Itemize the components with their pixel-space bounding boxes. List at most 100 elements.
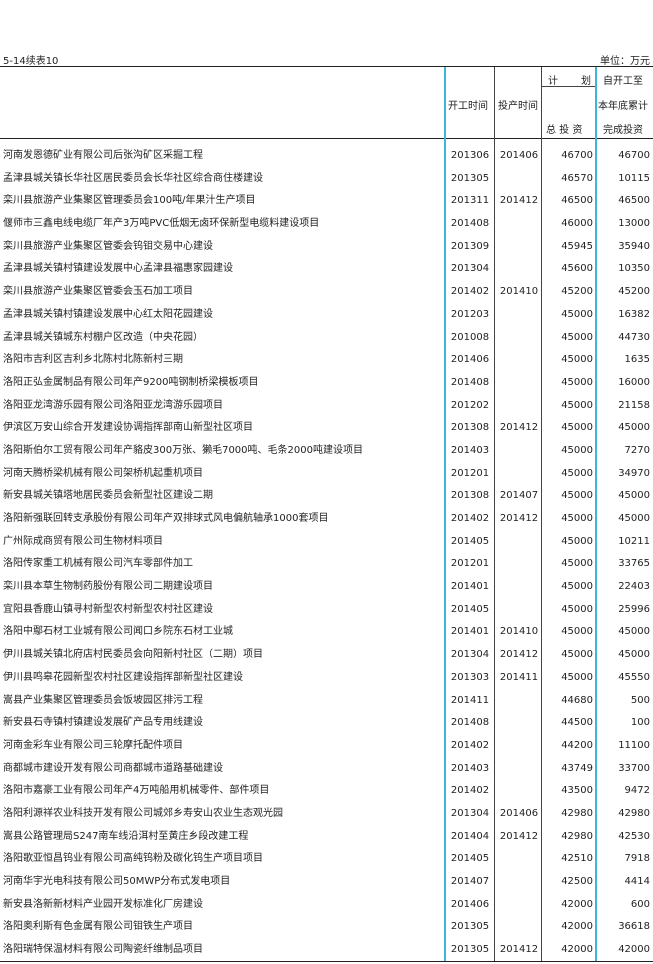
completed-investment-cell: 11100	[618, 739, 650, 751]
planned-total-cell: 45000	[561, 535, 593, 547]
completed-investment-cell: 45000	[618, 649, 650, 661]
start-time-cell: 201308	[450, 422, 490, 434]
table-row: 洛阳奥利斯有色金属有限公司钼铁生产项目 201305 42000 36618	[0, 916, 653, 939]
header-done-line3: 完成投资	[603, 125, 643, 136]
start-time-cell: 201405	[450, 603, 490, 615]
project-name-cell: 洛阳斯伯尔工贸有限公司年产貉皮300万张、獭毛7000吨、毛条2000吨建设项目	[3, 444, 363, 456]
production-time-cell: 201412	[499, 830, 539, 842]
table-row: 偃师市三鑫电线电缆厂年产3万吨PVC低烟无卤环保新型电缆料建设项目 201408 4…	[0, 213, 653, 236]
planned-total-cell: 42000	[561, 944, 593, 956]
completed-investment-cell: 34970	[618, 467, 650, 479]
project-name-cell: 伊滨区万安山综合开发建设协调指挥部南山新型社区项目	[3, 422, 253, 434]
project-name-cell: 河南金彩车业有限公司三轮摩托配件项目	[3, 739, 183, 751]
completed-investment-cell: 42980	[618, 807, 650, 819]
table-row: 洛阳亚龙湾游乐园有限公司洛阳亚龙湾游乐园项目 201202 45000 21158	[0, 395, 653, 418]
table-row: 洛阳斯伯尔工贸有限公司年产貉皮300万张、獭毛7000吨、毛条2000吨建设项目…	[0, 440, 653, 463]
table-row: 孟津县城关镇城东村棚户区改造（中央花园） 201008 45000 44730	[0, 327, 653, 350]
table-row: 洛阳新强联回转支承股份有限公司年产双排球式风电偏航轴承1000套项目 201402…	[0, 508, 653, 531]
start-time-cell: 201402	[450, 286, 490, 298]
completed-investment-cell: 7918	[624, 853, 650, 865]
completed-investment-cell: 42000	[618, 944, 650, 956]
start-time-cell: 201401	[450, 581, 490, 593]
header-plan-top-left: 计	[548, 76, 558, 87]
completed-investment-cell: 36618	[618, 921, 650, 933]
project-name-cell: 洛阳中鄢石材工业城有限公司闻口乡院东石材工业城	[3, 626, 233, 638]
start-time-cell: 201305	[450, 921, 490, 933]
completed-investment-cell: 44730	[618, 331, 650, 343]
completed-investment-cell: 45550	[618, 671, 650, 683]
table-body: 河南发恩德矿业有限公司后张沟矿区采掘工程 201306 201406 46700 467…	[0, 145, 653, 962]
project-name-cell: 偃师市三鑫电线电缆厂年产3万吨PVC低烟无卤环保新型电缆料建设项目	[3, 218, 320, 230]
start-time-cell: 201403	[450, 444, 490, 456]
start-time-cell: 201306	[450, 150, 490, 161]
project-name-cell: 伊川县鸣皋花园新型农村社区建设指挥部新型社区建设	[3, 671, 243, 683]
project-name-cell: 洛阳市嘉豪工业有限公司年产4万吨船用机械零件、部件项目	[3, 785, 270, 797]
completed-investment-cell: 10115	[618, 172, 650, 184]
planned-total-cell: 46570	[561, 172, 593, 184]
completed-investment-cell: 7270	[624, 444, 650, 456]
start-time-cell: 201402	[450, 785, 490, 797]
project-name-cell: 洛阳正弘金属制品有限公司年产9200吨钢制桥梁模板项目	[3, 376, 259, 388]
completed-investment-cell: 21158	[618, 399, 650, 411]
project-name-cell: 洛阳新强联回转支承股份有限公司年产双排球式风电偏航轴承1000套项目	[3, 513, 329, 524]
planned-total-cell: 42500	[561, 876, 593, 887]
planned-total-cell: 46700	[561, 150, 593, 161]
production-time-cell: 201410	[499, 626, 539, 638]
header-start-time: 开工时间	[448, 101, 488, 112]
start-time-cell: 201408	[450, 218, 490, 230]
planned-total-cell: 45000	[561, 331, 593, 343]
header-plan-total: 总 投 资	[546, 125, 583, 136]
project-name-cell: 嵩县产业集聚区管理委员会饭坡园区排污工程	[3, 694, 203, 706]
table-row: 广州际成商贸有限公司生物材料项目 201405 45000 10211	[0, 531, 653, 554]
planned-total-cell: 45000	[561, 558, 593, 570]
production-time-cell: 201406	[499, 807, 539, 819]
project-name-cell: 栾川县旅游产业集聚区管理委员会100吨/年果汁生产项目	[3, 195, 256, 207]
completed-investment-cell: 16382	[618, 308, 650, 320]
planned-total-cell: 45000	[561, 671, 593, 683]
completed-investment-cell: 500	[630, 694, 650, 706]
top-rule	[0, 66, 653, 67]
planned-total-cell: 46500	[561, 195, 593, 207]
table-row: 洛阳传家重工机械有限公司汽车零部件加工 201201 45000 33765	[0, 553, 653, 576]
header-bottom-rule	[0, 138, 653, 139]
project-name-cell: 栾川县本草生物制药股份有限公司二期建设项目	[3, 581, 213, 593]
planned-total-cell: 45000	[561, 399, 593, 411]
planned-total-cell: 42980	[561, 830, 593, 842]
planned-total-cell: 45000	[561, 444, 593, 456]
project-name-cell: 孟津县城关镇村镇建设发展中心孟津县福惠家园建设	[3, 263, 233, 275]
project-name-cell: 洛阳传家重工机械有限公司汽车零部件加工	[3, 558, 193, 570]
planned-total-cell: 44680	[561, 694, 593, 706]
completed-investment-cell: 25996	[618, 603, 650, 615]
table-row: 河南天腾桥梁机械有限公司架桥机起重机项目 201201 45000 34970	[0, 463, 653, 486]
completed-investment-cell: 42530	[618, 830, 650, 842]
planned-total-cell: 45945	[561, 240, 593, 252]
table-row: 洛阳市吉利区吉利乡北陈村北陈新村三期 201406 45000 1635	[0, 349, 653, 372]
start-time-cell: 201408	[450, 717, 490, 729]
project-name-cell: 商都城市建设开发有限公司商都城市道路基础建设	[3, 762, 223, 774]
table-row: 河南发恩德矿业有限公司后张沟矿区采掘工程 201306 201406 46700 467…	[0, 145, 653, 168]
table-row: 伊川县鸣皋花园新型农村社区建设指挥部新型社区建设 201303 201411 4500…	[0, 667, 653, 690]
project-name-cell: 河南发恩德矿业有限公司后张沟矿区采掘工程	[3, 150, 203, 161]
completed-investment-cell: 46700	[618, 150, 650, 161]
project-name-cell: 孟津县城关镇长华社区居民委员会长华社区综合商住楼建设	[3, 172, 263, 184]
planned-total-cell: 44200	[561, 739, 593, 751]
table-row: 新安县城关镇塔地居民委员会新型社区建设二期 201308 201407 45000 45…	[0, 485, 653, 508]
completed-investment-cell: 9472	[624, 785, 650, 797]
project-name-cell: 新安县洛新新材料产业园开发标准化厂房建设	[3, 898, 203, 910]
table-row: 洛阳瑞特保温材料有限公司陶瓷纤维制品项目 201305 201412 42000 420…	[0, 939, 653, 962]
start-time-cell: 201407	[450, 876, 490, 887]
table-row: 栾川县旅游产业集聚区管委会玉石加工项目 201402 201410 45200 4520…	[0, 281, 653, 304]
table-row: 栾川县旅游产业集聚区管理委员会100吨/年果汁生产项目 201311 201412 4…	[0, 190, 653, 213]
table-row: 洛阳利源祥农业科技开发有限公司城郊乡寿安山农业生态观光园 201304 201406…	[0, 803, 653, 826]
planned-total-cell: 46000	[561, 218, 593, 230]
production-time-cell: 201412	[499, 513, 539, 524]
start-time-cell: 201311	[450, 195, 490, 207]
project-name-cell: 洛阳奥利斯有色金属有限公司钼铁生产项目	[3, 921, 193, 933]
project-name-cell: 洛阳瑞特保温材料有限公司陶瓷纤维制品项目	[3, 944, 203, 956]
start-time-cell: 201203	[450, 308, 490, 320]
start-time-cell: 201304	[450, 807, 490, 819]
table-row: 嵩县产业集聚区管理委员会饭坡园区排污工程 201411 44680 500	[0, 690, 653, 713]
completed-investment-cell: 45200	[618, 286, 650, 298]
project-name-cell: 孟津县城关镇城东村棚户区改造（中央花园）	[3, 331, 203, 343]
production-time-cell: 201412	[499, 422, 539, 434]
